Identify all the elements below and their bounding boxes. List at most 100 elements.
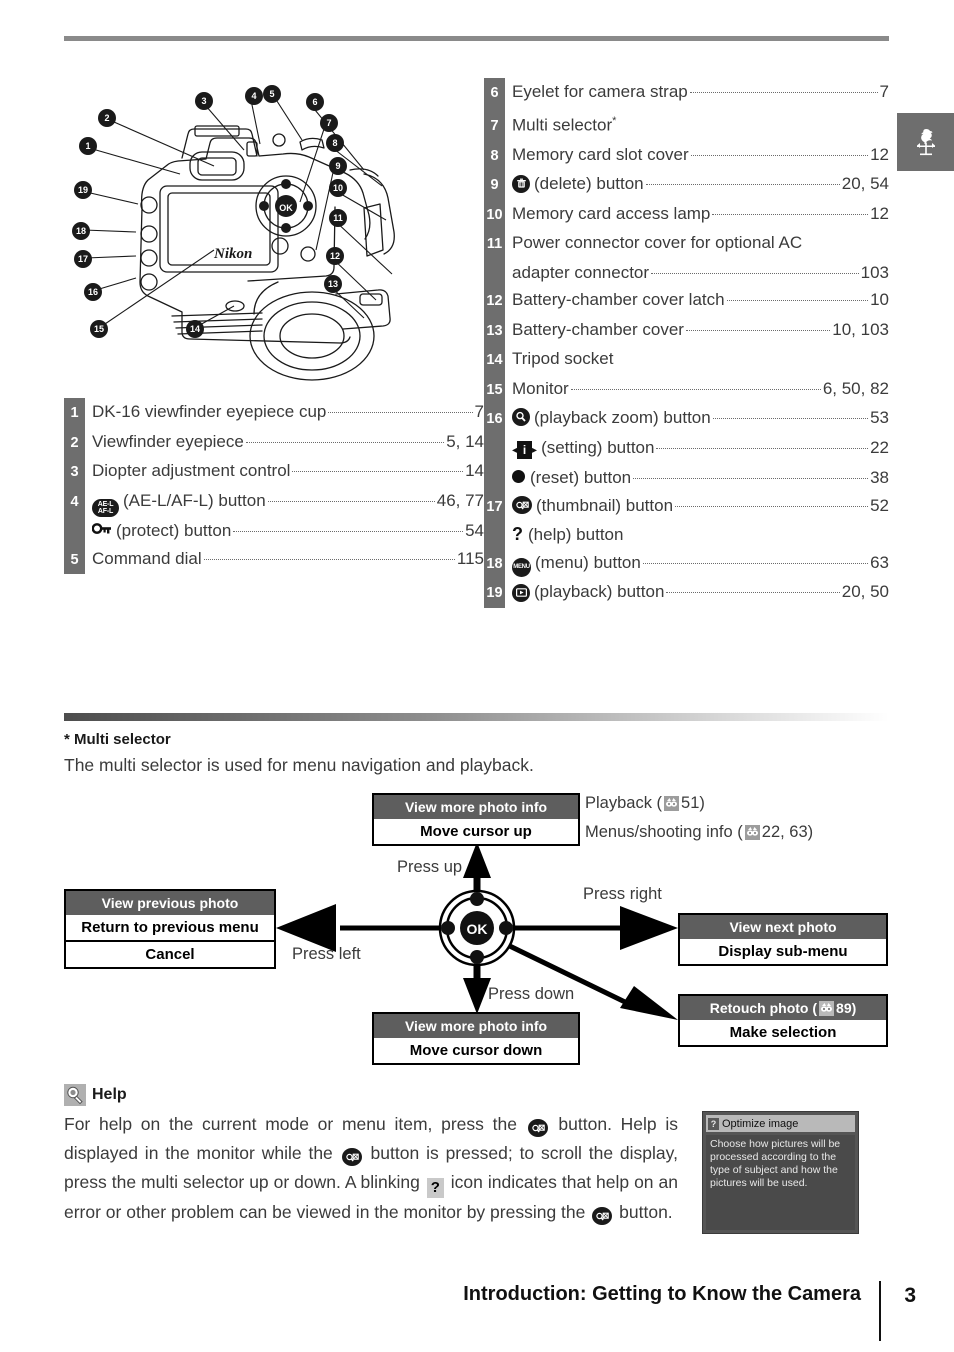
footer-chapter-title: Introduction: Getting to Know the Camera (463, 1283, 861, 1305)
parts-list-text: (playback) button 20, 50 (505, 578, 889, 606)
parts-list-number: 8 (490, 147, 499, 164)
parts-list-page-ref: 5, 14 (446, 431, 484, 451)
parts-list-label: Eyelet for camera strap (512, 82, 688, 101)
parts-list-label: Tripod socket (512, 349, 614, 369)
parts-list-row: 11 Power connector cover for optional AC (484, 229, 889, 259)
parts-list-row: 3 Diopter adjustment control 14 (64, 457, 484, 487)
leader-dots (292, 471, 464, 472)
parts-list-page-ref: 14 (465, 461, 484, 480)
callout-header: View more photo info (374, 1014, 578, 1038)
parts-list-row: 9 (delete) button 20, 54 (484, 170, 889, 200)
lcd-help-screenshot: ? Optimize image Choose how pictures wil… (702, 1111, 859, 1234)
parts-list-page-ref: 12 (870, 203, 889, 223)
parts-list-number: 3 (70, 464, 79, 480)
parts-list-text: ◂ i ▸ (setting) button 22 (505, 434, 889, 465)
callout-press-left: View previous photo Return to previous m… (64, 889, 276, 969)
parts-list-text: adapter connector 103 (505, 259, 889, 287)
parts-list-label: Memory card access lamp (512, 203, 711, 223)
svg-text:1: 1 (85, 141, 90, 151)
help-heading: Help (64, 1084, 127, 1106)
help-magnifier-icon (64, 1084, 86, 1106)
parts-list-row: 10 Memory card access lamp 12 (484, 200, 889, 230)
leader-dots (712, 213, 869, 215)
svg-text:16: 16 (88, 287, 98, 297)
parts-list-number: 15 (486, 381, 503, 398)
parts-list-text: Power connector cover for optional AC (505, 229, 889, 257)
parts-list-number: 13 (486, 322, 503, 339)
parts-list-text: (delete) button 20, 54 (505, 170, 889, 198)
multi-selector-heading: * Multi selector (64, 731, 171, 748)
parts-list-text: Command dial 115 (85, 545, 484, 573)
help-title: Help (92, 1086, 127, 1103)
parts-list-label: Memory card slot cover (512, 144, 689, 164)
svg-text:Nikon: Nikon (213, 246, 252, 262)
callout-row: Cancel (66, 940, 274, 967)
camera-parts-figure: Nikon OK 1 2 3 4 5 6 7 8 9 10 11 12 13 1… (64, 78, 484, 390)
thumbnail-help-button-icon (527, 1119, 548, 1137)
parts-list-text: DK-16 viewfinder eyepiece cup 7 (85, 398, 484, 426)
help-text-5: button. (619, 1201, 673, 1222)
parts-list-page-ref: 46, 77 (436, 490, 484, 510)
leader-dots (642, 562, 869, 564)
page-number: 3 (904, 1284, 916, 1307)
thumbnail-help-button-icon (592, 1206, 613, 1225)
parts-list-row: 4 AE-L AF-L (AE-L/AF-L) button 46, 77 (64, 487, 484, 517)
parts-list-label: (reset) button (530, 468, 632, 488)
parts-list-page-ref: 12 (870, 144, 889, 164)
parts-list-number: 2 (70, 434, 79, 451)
parts-list-text: Memory card access lamp 12 (505, 200, 889, 228)
reset-dot-icon (512, 470, 525, 484)
callout-press-down: View more photo info Move cursor down (372, 1012, 580, 1065)
parts-list-label: Power connector cover for optional AC (512, 233, 803, 253)
parts-list-label: (setting) button (541, 437, 655, 457)
leader-dots (651, 272, 859, 274)
playback-zoom-magnifier-icon (512, 408, 530, 427)
leader-dots (203, 558, 455, 560)
parts-list-row: 16 (playback zoom) button 53 (484, 404, 889, 434)
menu-button-icon: MENU (512, 557, 531, 577)
parts-list-text: (protect) button 54 (85, 517, 484, 545)
leader-dots (726, 300, 869, 302)
reference-book-icon (664, 796, 680, 811)
parts-list-row: 14 Tripod socket (484, 345, 889, 375)
svg-text:10: 10 (333, 183, 343, 193)
note-prefix: Playback ( (585, 794, 663, 812)
svg-text:12: 12 (330, 251, 340, 261)
svg-text:2: 2 (104, 113, 109, 123)
parts-list-number: 6 (490, 85, 499, 101)
thumbnail-icon (512, 495, 532, 514)
parts-list-label: Multi selector* (512, 114, 617, 135)
parts-list-number: 18 (486, 555, 503, 572)
leader-dots (675, 505, 869, 507)
svg-text:5: 5 (269, 89, 274, 99)
parts-list-label: Monitor (512, 378, 569, 398)
svg-text:7: 7 (326, 118, 331, 128)
parts-list-label: Command dial (92, 548, 202, 568)
parts-list-row: ? (help) button (484, 521, 889, 549)
note-menus: Menus/shooting info (22, 63) (585, 823, 813, 842)
parts-list-left: 1 DK-16 viewfinder eyepiece cup 7 2 Viewfind… (64, 398, 484, 574)
svg-text:4: 4 (251, 91, 256, 101)
svg-text:11: 11 (333, 213, 343, 223)
parts-list-label: (playback) button (534, 582, 665, 602)
parts-list-text: Battery-chamber cover 10, 103 (505, 316, 889, 344)
parts-list-right: 6 Eyelet for camera strap 7 7 Multi selector… (484, 78, 889, 608)
parts-list-page-ref: 7 (879, 82, 889, 101)
parts-list-page-ref: 52 (870, 495, 889, 515)
parts-list-label: (menu) button (535, 552, 641, 572)
parts-list-row: 12 Battery-chamber cover latch 10 (484, 286, 889, 316)
parts-list-text: Battery-chamber cover latch 10 (505, 286, 889, 314)
parts-list-text: MENU (menu) button 63 (505, 549, 889, 577)
parts-list-row: 1 DK-16 viewfinder eyepiece cup 7 (64, 398, 484, 428)
parts-list-text: (reset) button 38 (505, 464, 889, 492)
svg-text:18: 18 (76, 226, 86, 236)
parts-list-row: 18 MENU (menu) button 63 (484, 549, 889, 579)
parts-list-row: 2 Viewfinder eyepiece 5, 14 (64, 428, 484, 458)
note-prefix: Menus/shooting info ( (585, 823, 743, 841)
footnote-marker: * (612, 114, 617, 127)
parts-list-page-ref: 10, 103 (832, 319, 889, 339)
help-body: For help on the current mode or menu ite… (64, 1110, 678, 1227)
parts-list-page-ref: 63 (870, 552, 889, 572)
note-suffix: ) (807, 823, 814, 841)
parts-list-row: 13 Battery-chamber cover 10, 103 (484, 316, 889, 346)
